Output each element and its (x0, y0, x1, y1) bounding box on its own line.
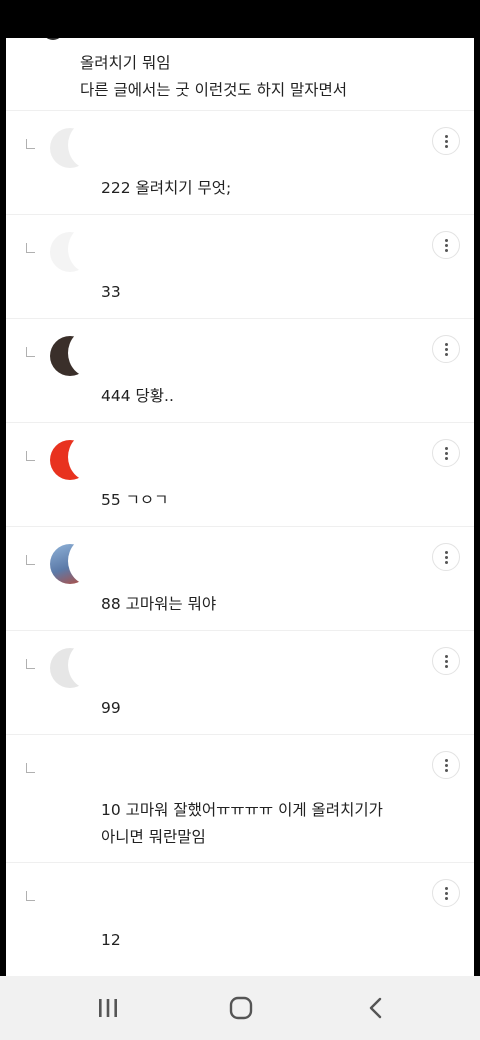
comment-list: 올려치기 뭐임 다른 글에서는 굿 이런것도 하지 말자면서 222 올려치기 … (6, 38, 474, 976)
back-button[interactable] (354, 994, 398, 1022)
more-vertical-icon (444, 886, 448, 900)
more-vertical-icon (444, 342, 448, 356)
reply-indent-icon (26, 347, 35, 357)
reply-item: 10 고마워 잘했어ㅠㅠㅠㅠ 이게 올려치기가 아니면 뭐란말임 (6, 735, 474, 863)
more-vertical-icon (444, 550, 448, 564)
reply-text: 88 고마워는 뭐야 (101, 595, 217, 613)
avatar (42, 38, 64, 40)
home-icon (229, 996, 253, 1020)
avatar[interactable] (48, 647, 86, 691)
system-navigation-bar (0, 976, 480, 1040)
more-vertical-icon (444, 654, 448, 668)
more-options-button[interactable] (432, 647, 460, 675)
reply-item: 444 당황.. (6, 319, 474, 423)
more-vertical-icon (444, 446, 448, 460)
avatar[interactable] (48, 335, 86, 379)
reply-indent-icon (26, 763, 35, 773)
status-bar (0, 0, 480, 38)
more-vertical-icon (444, 238, 448, 252)
reply-text: 222 올려치기 무엇; (101, 179, 232, 197)
reply-text: 12 (101, 931, 121, 949)
recent-apps-icon (99, 999, 117, 1017)
more-options-button[interactable] (432, 335, 460, 363)
reply-item: 99 (6, 631, 474, 735)
more-options-button[interactable] (432, 127, 460, 155)
more-options-button[interactable] (432, 751, 460, 779)
reply-item: 12 (6, 863, 474, 976)
reply-item: 33 (6, 215, 474, 319)
recent-apps-button[interactable] (86, 994, 130, 1022)
comment-line: 올려치기 뭐임 (80, 54, 171, 72)
avatar[interactable] (48, 231, 86, 275)
more-vertical-icon (444, 134, 448, 148)
reply-indent-icon (26, 139, 35, 149)
reply-item: 55 ㄱㅇㄱ (6, 423, 474, 527)
more-options-button[interactable] (432, 439, 460, 467)
avatar[interactable] (48, 127, 86, 171)
more-options-button[interactable] (432, 879, 460, 907)
comment-line: 다른 글에서는 굿 이런것도 하지 말자면서 (80, 81, 348, 99)
reply-text: 33 (101, 283, 121, 301)
reply-indent-icon (26, 243, 35, 253)
back-icon (369, 997, 382, 1019)
reply-text: 99 (101, 699, 121, 717)
reply-indent-icon (26, 659, 35, 669)
comment-text: 올려치기 뭐임 다른 글에서는 굿 이런것도 하지 말자면서 (80, 50, 347, 104)
avatar[interactable] (48, 439, 86, 483)
reply-text: 10 고마워 잘했어ㅠㅠㅠㅠ 이게 올려치기가 아니면 뭐란말임 (101, 797, 383, 851)
reply-item: 222 올려치기 무엇; (6, 111, 474, 215)
more-vertical-icon (444, 758, 448, 772)
avatar[interactable] (48, 543, 86, 587)
reply-text: 444 당황.. (101, 387, 174, 405)
reply-indent-icon (26, 451, 35, 461)
reply-text: 55 ㄱㅇㄱ (101, 491, 169, 509)
reply-indent-icon (26, 555, 35, 565)
comment-item: 올려치기 뭐임 다른 글에서는 굿 이런것도 하지 말자면서 (6, 38, 474, 111)
reply-item: 88 고마워는 뭐야 (6, 527, 474, 631)
more-options-button[interactable] (432, 231, 460, 259)
home-button[interactable] (219, 994, 263, 1022)
reply-line: 10 고마워 잘했어ㅠㅠㅠㅠ 이게 올려치기가 (101, 801, 383, 819)
reply-line: 아니면 뭐란말임 (101, 828, 206, 846)
more-options-button[interactable] (432, 543, 460, 571)
reply-indent-icon (26, 891, 35, 901)
